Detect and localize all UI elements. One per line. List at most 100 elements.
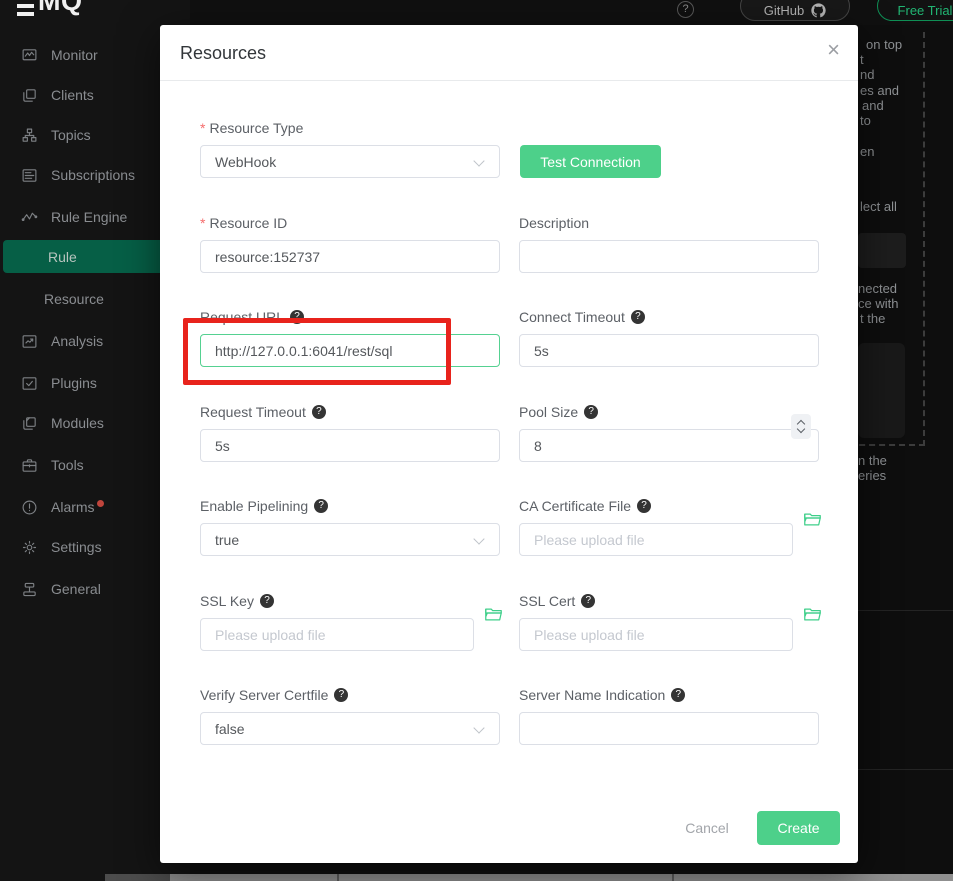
description-input[interactable] xyxy=(519,240,819,273)
general-icon xyxy=(21,581,38,598)
cancel-button[interactable]: Cancel xyxy=(677,818,737,838)
field-label-text: Pool Size xyxy=(519,404,578,420)
select-value: WebHook xyxy=(215,154,276,170)
select-value: false xyxy=(215,721,245,737)
verify-server-certfile-select[interactable]: false xyxy=(200,712,500,745)
help-icon[interactable]: ? xyxy=(314,499,328,513)
server-name-indication-input[interactable] xyxy=(519,712,819,745)
field-label: Verify Server Certfile ? xyxy=(200,685,500,704)
sidebar-item-label: Rule xyxy=(48,249,77,265)
help-icon[interactable]: ? xyxy=(312,405,326,419)
help-icon[interactable]: ? xyxy=(260,594,274,608)
upload-folder-icon[interactable] xyxy=(803,606,822,623)
pool-size-input[interactable] xyxy=(519,429,819,462)
resources-modal: Resources × * Resource Type WebHook Test… xyxy=(160,25,858,863)
scrollbar-divider xyxy=(672,874,674,881)
resource-id-input[interactable] xyxy=(200,240,500,273)
sidebar-item-label: General xyxy=(51,581,101,597)
bg-text-fragment: eries xyxy=(858,468,886,483)
stepper-down-icon[interactable] xyxy=(797,425,805,433)
upload-folder-icon[interactable] xyxy=(803,511,822,528)
github-button[interactable]: GitHub xyxy=(740,0,850,21)
required-mark: * xyxy=(200,120,205,136)
bg-text-fragment: es and xyxy=(860,83,899,98)
bg-text-fragment: t the xyxy=(860,311,885,326)
field-label: SSL Cert ? xyxy=(519,591,819,610)
scrollbar-track-segment xyxy=(105,874,170,881)
field-resource-id: * Resource ID xyxy=(200,213,500,273)
bg-text-fragment: nd xyxy=(860,67,874,82)
sidebar-item-label: Topics xyxy=(51,127,91,143)
bg-text-fragment: n the xyxy=(858,453,887,468)
help-icon[interactable]: ? xyxy=(334,688,348,702)
field-label: * Resource ID xyxy=(200,213,500,232)
field-label-text: Resource ID xyxy=(209,215,287,231)
analysis-icon xyxy=(21,333,38,350)
field-ssl-key: SSL Key ? xyxy=(200,591,500,651)
field-label: Description xyxy=(519,213,819,232)
field-label: CA Certificate File ? xyxy=(519,496,819,515)
field-label: Request Timeout ? xyxy=(200,402,500,421)
sidebar-item-label: Tools xyxy=(51,457,84,473)
select-value: true xyxy=(215,532,239,548)
field-ca-certificate: CA Certificate File ? xyxy=(519,496,819,556)
field-label-text: Enable Pipelining xyxy=(200,498,308,514)
subscriptions-icon xyxy=(21,167,38,184)
alarm-badge-dot xyxy=(97,500,104,507)
field-label-text: Connect Timeout xyxy=(519,309,625,325)
gear-icon xyxy=(21,539,38,556)
sidebar-item-label: Monitor xyxy=(51,47,98,63)
bg-text-fragment: t xyxy=(860,52,864,67)
free-trial-button[interactable]: Free Trial xyxy=(877,0,953,21)
help-icon[interactable]: ? xyxy=(581,594,595,608)
logo-bars-icon xyxy=(17,4,34,8)
ssl-key-input[interactable] xyxy=(200,618,474,651)
number-stepper[interactable] xyxy=(791,414,811,439)
annotation-highlight-box xyxy=(183,318,451,385)
test-connection-button[interactable]: Test Connection xyxy=(520,145,661,178)
connect-timeout-input[interactable] xyxy=(519,334,819,367)
request-timeout-input[interactable] xyxy=(200,429,500,462)
bg-text-fragment: en xyxy=(860,144,874,159)
field-label: SSL Key ? xyxy=(200,591,500,610)
help-icon[interactable]: ? xyxy=(637,499,651,513)
field-label-text: Resource Type xyxy=(209,120,303,136)
horizontal-scrollbar[interactable] xyxy=(105,874,953,881)
free-trial-label: Free Trial xyxy=(898,3,953,18)
bg-text-fragment: to xyxy=(860,113,871,128)
field-label-text: Description xyxy=(519,215,589,231)
field-verify-server-certfile: Verify Server Certfile ? false xyxy=(200,685,500,745)
help-icon[interactable]: ? xyxy=(671,688,685,702)
sidebar-item-label: Modules xyxy=(51,415,104,431)
sidebar-item-rule[interactable]: Rule xyxy=(3,240,186,273)
field-description: Description xyxy=(519,213,819,273)
rule-engine-icon xyxy=(21,209,38,226)
clients-icon xyxy=(21,87,38,104)
bg-text-fragment: ce with xyxy=(858,296,898,311)
modal-header: Resources × xyxy=(160,25,858,81)
plugins-icon xyxy=(21,375,38,392)
sidebar-item-label: Analysis xyxy=(51,333,103,349)
help-icon[interactable]: ? xyxy=(631,310,645,324)
ssl-cert-input[interactable] xyxy=(519,618,793,651)
field-label: Server Name Indication ? xyxy=(519,685,819,704)
modal-title: Resources xyxy=(180,43,266,64)
sidebar-item-label: Alarms xyxy=(51,499,95,515)
sidebar-item-label: Settings xyxy=(51,539,102,555)
help-icon[interactable]: ? xyxy=(677,1,694,18)
resource-type-select[interactable]: WebHook xyxy=(200,145,500,178)
field-pool-size: Pool Size ? xyxy=(519,402,819,462)
sidebar-item-label: Subscriptions xyxy=(51,167,135,183)
required-mark: * xyxy=(200,215,205,231)
create-button[interactable]: Create xyxy=(757,811,840,845)
upload-folder-icon[interactable] xyxy=(484,606,503,623)
field-resource-type: * Resource Type WebHook xyxy=(200,118,500,178)
field-label-text: SSL Cert xyxy=(519,593,575,609)
ca-certificate-file-input[interactable] xyxy=(519,523,793,556)
close-icon[interactable]: × xyxy=(827,39,840,61)
github-label: GitHub xyxy=(764,3,804,18)
enable-pipelining-select[interactable]: true xyxy=(200,523,500,556)
scrollbar-divider xyxy=(337,874,339,881)
sidebar-item-label: Plugins xyxy=(51,375,97,391)
help-icon[interactable]: ? xyxy=(584,405,598,419)
